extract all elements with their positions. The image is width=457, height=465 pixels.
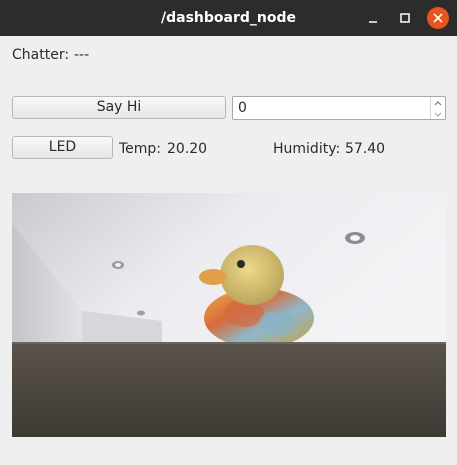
humidity-label: Humidity: <box>273 141 341 157</box>
chatter-value: --- <box>74 47 90 63</box>
spinbox-arrows <box>430 97 445 119</box>
camera-image <box>12 193 446 437</box>
spinbox-value[interactable]: 0 <box>238 97 247 119</box>
chevron-down-icon <box>434 112 442 117</box>
close-icon <box>433 13 443 23</box>
spin-up-button[interactable] <box>431 97 445 108</box>
window-titlebar[interactable]: /dashboard_node <box>0 0 457 36</box>
minimize-icon <box>369 21 377 23</box>
temp-value: 20.20 <box>167 141 208 157</box>
close-button[interactable] <box>427 7 449 29</box>
humidity-value: 57.40 <box>345 141 386 157</box>
chatter-label: Chatter: <box>12 47 70 63</box>
maximize-icon <box>400 13 410 23</box>
spin-down-button[interactable] <box>431 108 445 119</box>
camera-feed <box>12 193 446 437</box>
say-hi-spinbox[interactable]: 0 <box>232 96 446 120</box>
window-title: /dashboard_node <box>161 10 296 26</box>
maximize-button[interactable] <box>394 7 416 29</box>
minimize-button[interactable] <box>362 7 384 29</box>
say-hi-button[interactable]: Say Hi <box>12 96 226 119</box>
led-button[interactable]: LED <box>12 136 113 159</box>
temp-label: Temp: <box>119 141 162 157</box>
